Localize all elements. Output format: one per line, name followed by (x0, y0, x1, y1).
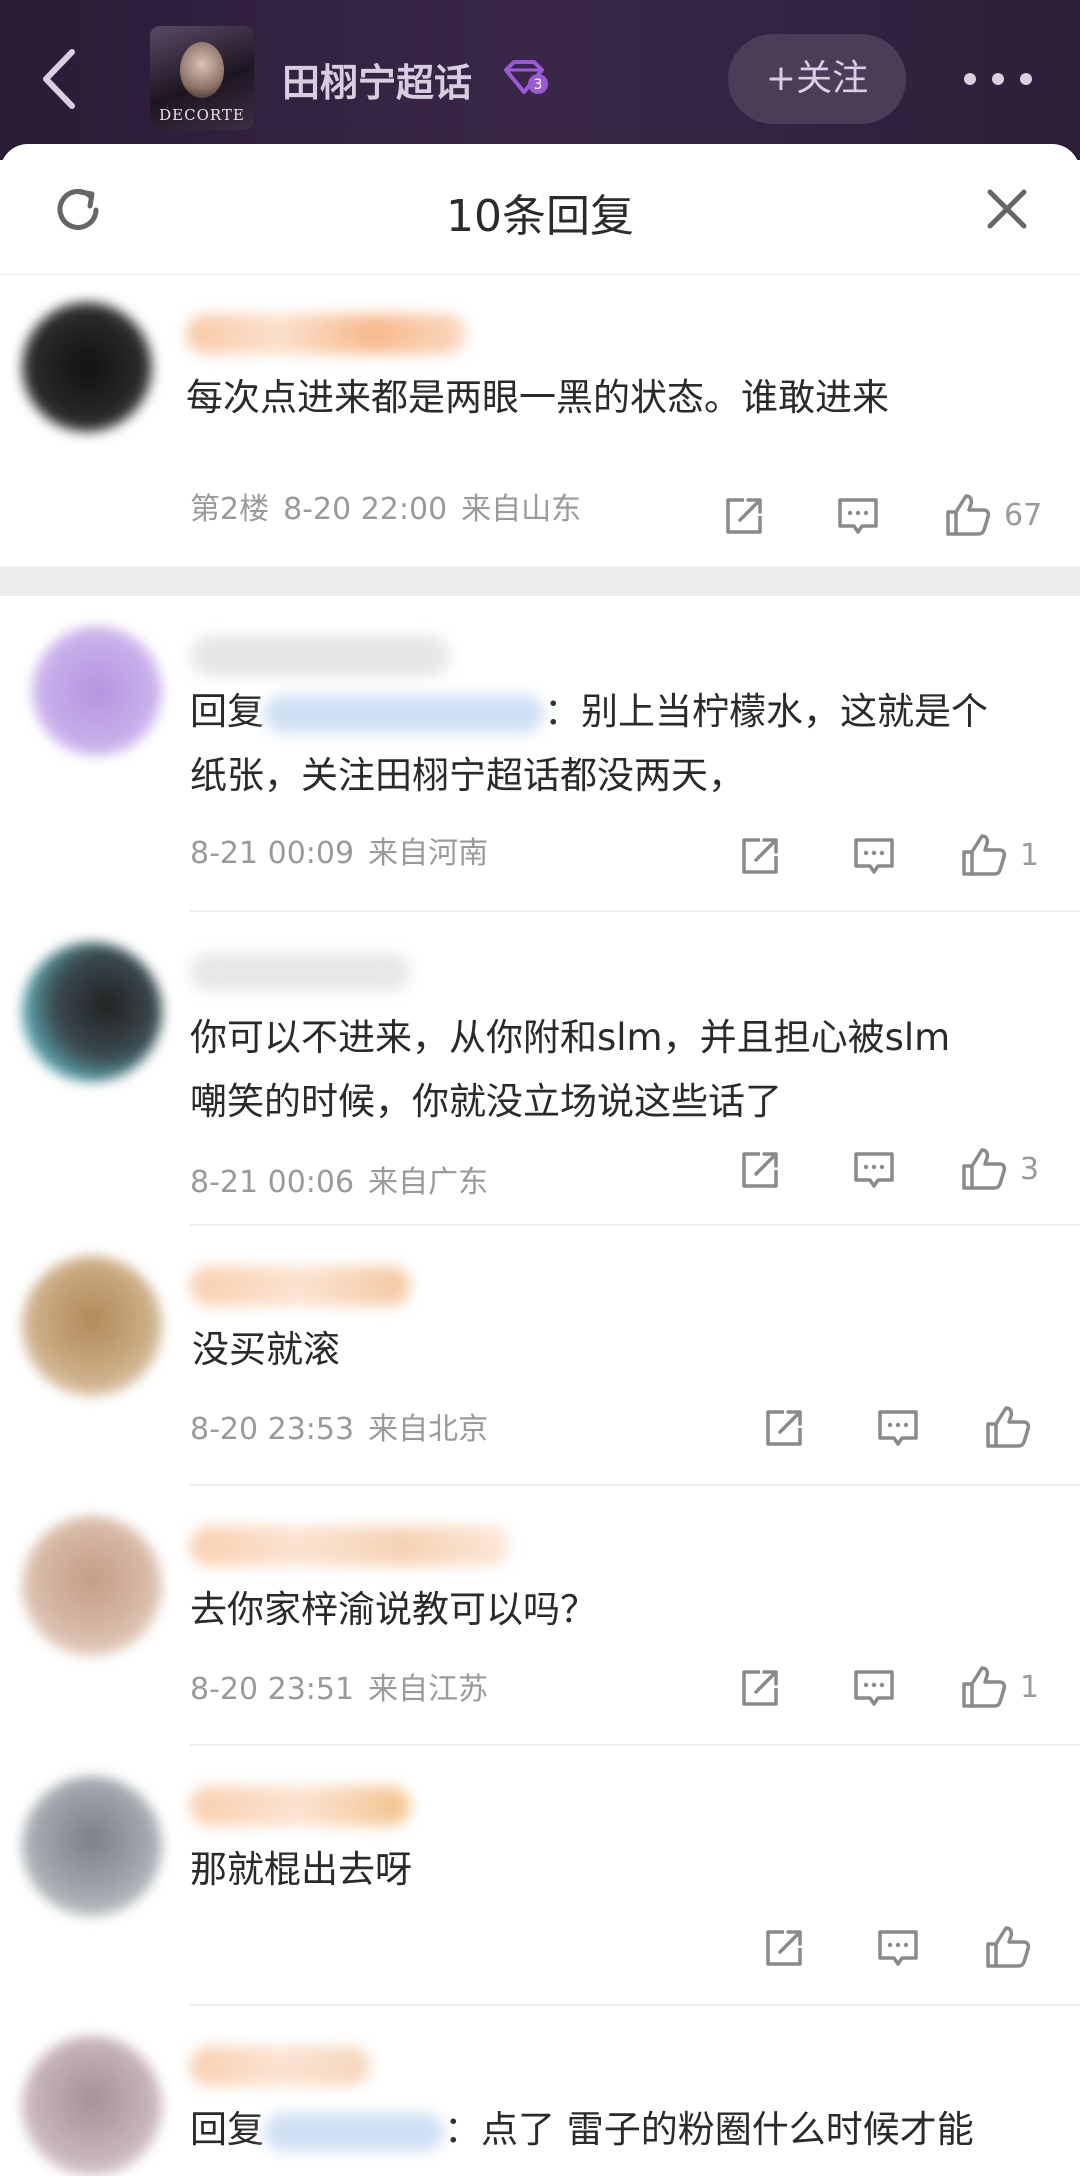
like-count: 1 (1020, 1670, 1040, 1705)
avatar[interactable] (22, 302, 152, 432)
topic-cover-image[interactable]: DECORTE (150, 26, 254, 130)
username-blurred[interactable] (190, 1526, 510, 1566)
comment-meta: 8-20 23:51 来自江苏 (190, 1664, 502, 1708)
comment-text: 去你家梓渝说教可以吗？ (190, 1588, 597, 1631)
share-icon[interactable] (738, 1666, 782, 1710)
like-icon[interactable] (960, 832, 1008, 878)
topic-header: DECORTE 田栩宁超话 3 +关注 (0, 0, 1080, 160)
comment-meta: 8-20 23:53 来自北京 (190, 1404, 502, 1448)
username-blurred[interactable] (190, 1266, 410, 1306)
comment-time: 8-20 22:00 (283, 492, 448, 527)
comment-item: 回复 ：点了 雷子的粉圈什么时候才能 (0, 2006, 1080, 2176)
comment-icon[interactable] (852, 1666, 896, 1710)
section-divider (0, 566, 1080, 596)
like-icon[interactable] (960, 1146, 1008, 1192)
username-blurred[interactable] (190, 636, 450, 676)
comment-icon[interactable] (876, 1926, 920, 1970)
avatar[interactable] (22, 2036, 162, 2176)
avatar[interactable] (22, 1516, 162, 1656)
avatar[interactable] (32, 626, 162, 756)
comment-text-line2: 嘲笑的时候，你就没立场说这些话了 (190, 1080, 782, 1123)
share-icon[interactable] (762, 1406, 806, 1450)
like-count: 67 (1004, 498, 1043, 533)
comment-item: 每次点进来都是两眼一黑的状态。谁敢进来 第2楼 8-20 22:00 来自山东 (0, 274, 1080, 544)
comment-icon[interactable] (852, 1148, 896, 1192)
svg-text:3: 3 (534, 77, 543, 93)
comment-meta: 8-21 00:09 来自河南 (190, 828, 502, 872)
like-count: 1 (1020, 838, 1040, 873)
follow-button[interactable]: +关注 (728, 34, 906, 124)
comment-location: 来自江苏 (368, 1672, 489, 1707)
reply-text: ：别上当柠檬水，这就是个 (544, 690, 988, 733)
cover-text: DECORTE (159, 106, 245, 124)
comment-location: 来自北京 (368, 1412, 489, 1447)
reply-prefix: 回复 (190, 690, 264, 733)
avatar[interactable] (22, 1256, 162, 1396)
comment-meta: 8-21 00:06 来自广东 (190, 1157, 502, 1201)
topic-title[interactable]: 田栩宁超话 (282, 52, 472, 107)
like-count: 3 (1020, 1152, 1040, 1187)
share-icon[interactable] (762, 1926, 806, 1970)
share-icon[interactable] (738, 1148, 782, 1192)
comment-actions (720, 480, 1050, 530)
username-blurred[interactable] (190, 952, 410, 992)
comment-text: 回复 ：点了 雷子的粉圈什么时候才能 (190, 2098, 974, 2162)
comment-text-line2: 纸张，关注田栩宁超话都没两天， (190, 754, 745, 797)
like-icon[interactable] (960, 1664, 1008, 1710)
avatar[interactable] (22, 1776, 162, 1916)
replies-sheet: 10条回复 每次点进来都是两眼一黑的状态。谁敢进来 第2楼 8-20 22:00 来… (0, 144, 1080, 2176)
reply-prefix: 回复 (190, 2108, 264, 2151)
comment-text: 没买就滚 (192, 1328, 340, 1371)
comment-time: 8-21 00:06 (190, 1165, 355, 1200)
comment-icon[interactable] (876, 1406, 920, 1450)
comment-location: 来自山东 (461, 492, 582, 527)
back-arrow-icon[interactable] (36, 46, 84, 112)
comment-time: 8-20 23:51 (190, 1672, 355, 1707)
sheet-header: 10条回复 (0, 144, 1080, 275)
username-blurred[interactable] (190, 2046, 370, 2086)
comment-text: 每次点进来都是两眼一黑的状态。谁敢进来 (186, 376, 889, 419)
reply-target-blurred[interactable] (264, 2112, 444, 2151)
comment-item: 去你家梓渝说教可以吗？ 8-20 23:51 来自江苏 (0, 1486, 1080, 1744)
comment-item: 你可以不进来，从你附和slm，并且担心被slm 嘲笑的时候，你就没立场说这些话了… (0, 912, 1080, 1224)
like-icon[interactable] (984, 1404, 1032, 1450)
username-blurred[interactable] (190, 1786, 410, 1826)
floor-number: 第2楼 (190, 492, 270, 527)
diamond-badge-icon: 3 (504, 60, 548, 94)
sheet-title: 10条回复 (446, 191, 634, 242)
comment-location: 来自河南 (368, 836, 489, 871)
comment-icon[interactable] (852, 834, 896, 878)
more-dots-icon[interactable] (960, 62, 1036, 96)
comment-text: 回复 ：别上当柠檬水，这就是个 (190, 680, 988, 744)
share-icon[interactable] (722, 494, 766, 538)
reply-target-blurred[interactable] (264, 694, 544, 733)
comment-time: 8-21 00:09 (190, 836, 355, 871)
like-icon[interactable] (984, 1924, 1032, 1970)
username-blurred[interactable] (186, 314, 466, 354)
share-icon[interactable] (738, 834, 782, 878)
avatar[interactable] (22, 942, 162, 1082)
comment-location: 来自广东 (368, 1165, 489, 1200)
comment-text: 那就棍出去呀 (190, 1848, 412, 1891)
comment-icon[interactable] (836, 494, 880, 538)
reply-text: ：点了 雷子的粉圈什么时候才能 (444, 2108, 974, 2151)
comment-meta: 第2楼 8-20 22:00 来自山东 (190, 484, 595, 528)
comment-time: 8-20 23:53 (190, 1412, 355, 1447)
like-icon[interactable] (944, 492, 992, 538)
comment-text: 你可以不进来，从你附和slm，并且担心被slm (190, 1016, 951, 1059)
close-icon[interactable] (984, 186, 1030, 232)
